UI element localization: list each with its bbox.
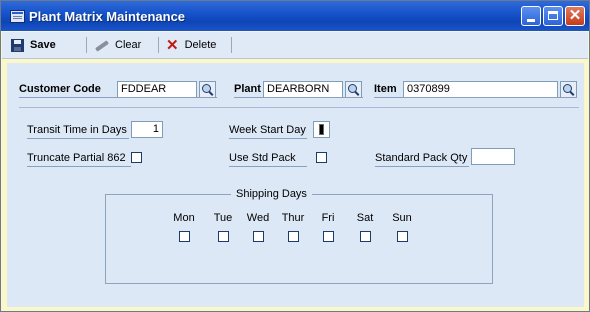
toolbar-separator — [231, 37, 232, 53]
truncate-partial-checkbox[interactable] — [131, 152, 142, 163]
save-icon — [11, 38, 24, 52]
eraser-icon — [93, 38, 109, 52]
tue-checkbox[interactable] — [218, 231, 229, 242]
item-field[interactable]: 0370899 — [403, 81, 558, 98]
plant-lookup-button[interactable] — [345, 81, 362, 98]
standard-pack-qty-label: Standard Pack Qty — [375, 152, 468, 164]
save-label: Save — [30, 39, 56, 51]
day-label-mon: Mon — [173, 212, 195, 224]
fri-checkbox[interactable] — [323, 231, 334, 242]
minimize-button[interactable] — [521, 6, 541, 26]
plant-matrix-window: Plant Matrix Maintenance ✕ Save Clear ✕ … — [0, 0, 590, 312]
customer-code-label: Customer Code — [19, 83, 101, 95]
plant-field[interactable]: DEARBORN — [263, 81, 343, 98]
delete-x-icon: ✕ — [166, 37, 179, 54]
toolbar: Save Clear ✕ Delete — [2, 32, 588, 59]
day-label-fri: Fri — [321, 212, 335, 224]
sat-checkbox[interactable] — [360, 231, 371, 242]
maximize-icon — [548, 11, 558, 20]
delete-button[interactable]: ✕ Delete — [166, 36, 216, 54]
customer-code-field[interactable]: FDDEAR — [117, 81, 197, 98]
truncate-partial-label: Truncate Partial 862 — [27, 152, 126, 164]
transit-time-label: Transit Time in Days — [27, 124, 127, 136]
item-lookup-button[interactable] — [560, 81, 577, 98]
divider — [19, 107, 579, 108]
day-label-sat: Sat — [356, 212, 374, 224]
day-label-sun: Sun — [392, 212, 412, 224]
day-label-tue: Tue — [213, 212, 233, 224]
customer-lookup-button[interactable] — [199, 81, 216, 98]
use-std-pack-label: Use Std Pack — [229, 152, 296, 164]
delete-label: Delete — [184, 39, 217, 51]
toolbar-separator — [86, 37, 87, 53]
window-title: Plant Matrix Maintenance — [29, 9, 186, 24]
clear-button[interactable]: Clear — [93, 36, 141, 54]
maximize-button[interactable] — [543, 6, 563, 26]
use-std-pack-checkbox[interactable] — [316, 152, 327, 163]
minimize-icon — [527, 19, 535, 22]
thur-checkbox[interactable] — [288, 231, 299, 242]
close-icon: ✕ — [568, 7, 582, 24]
week-start-day-label: Week Start Day — [229, 124, 306, 136]
save-button[interactable]: Save — [11, 36, 56, 54]
week-start-day-selector[interactable] — [313, 121, 330, 138]
form-area: Customer Code FDDEAR Plant DEARBORN Item… — [7, 63, 584, 307]
item-label: Item — [374, 83, 397, 95]
transit-time-field[interactable]: 1 — [131, 121, 163, 138]
shipping-days-title: Shipping Days — [231, 188, 312, 200]
wed-checkbox[interactable] — [253, 231, 264, 242]
window-form-icon — [10, 10, 25, 23]
shipping-days-group: Shipping Days Mon Tue Wed Thur Fri Sat S… — [105, 188, 493, 284]
toolbar-separator — [158, 37, 159, 53]
plant-label: Plant — [234, 83, 261, 95]
sun-checkbox[interactable] — [397, 231, 408, 242]
mon-checkbox[interactable] — [179, 231, 190, 242]
standard-pack-qty-field[interactable] — [471, 148, 515, 165]
close-button[interactable]: ✕ — [565, 6, 585, 26]
title-bar[interactable]: Plant Matrix Maintenance ✕ — [1, 1, 589, 31]
selector-knob-icon — [319, 124, 324, 135]
day-label-wed: Wed — [246, 212, 270, 224]
clear-label: Clear — [115, 39, 142, 51]
day-label-thur: Thur — [281, 212, 305, 224]
